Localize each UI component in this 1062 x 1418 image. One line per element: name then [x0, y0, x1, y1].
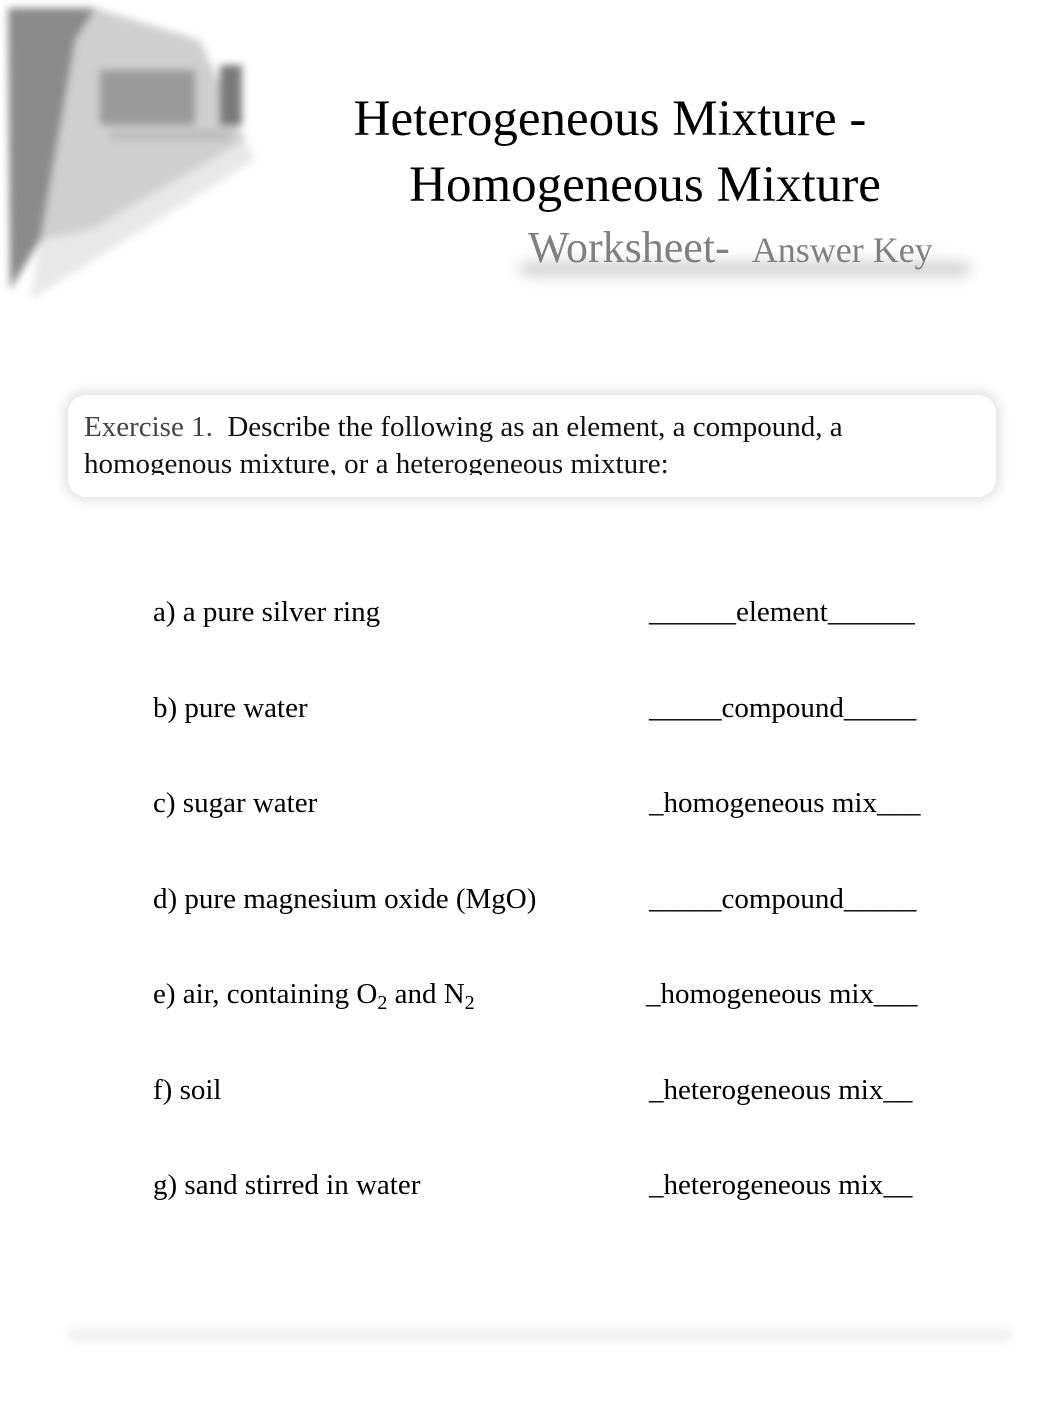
- question-row-d: d) pure magnesium oxide (MgO) _____compo…: [153, 883, 973, 923]
- question-text: b) pure water: [153, 692, 308, 724]
- question-text: f) soil: [153, 1074, 222, 1106]
- question-text: d) pure magnesium oxide (MgO): [153, 883, 537, 915]
- answer-text: _heterogeneous mix__: [649, 1074, 913, 1106]
- exercise-label: Exercise 1.: [84, 411, 213, 443]
- title-line-2: Homogeneous Mixture: [409, 157, 881, 213]
- answer-text: _____compound_____: [649, 692, 917, 724]
- exercise-instruction: Exercise 1. Describe the following as an…: [84, 409, 964, 475]
- question-row-e: e) air, containing O2 and N2 _homogeneou…: [153, 978, 973, 1018]
- subtitle-worksheet: Worksheet-: [528, 223, 730, 272]
- question-row-a: a) a pure silver ring ______element_____…: [153, 596, 973, 636]
- title-line-1: Heterogeneous Mixture -: [353, 91, 867, 147]
- subtitle-answer-key: Answer Key: [751, 230, 933, 270]
- footer-divider: [68, 1328, 1012, 1342]
- question-text: a) a pure silver ring: [153, 596, 381, 628]
- answer-text: ______element______: [649, 596, 915, 628]
- worksheet-subtitle: Worksheet- Answer Key: [528, 222, 933, 273]
- answer-text: _____compound_____: [649, 883, 917, 915]
- answer-text: _homogeneous mix___: [646, 978, 918, 1010]
- question-row-c: c) sugar water _homogeneous mix___: [153, 787, 973, 827]
- question-row-f: f) soil _heterogeneous mix__: [153, 1074, 973, 1114]
- answer-text: _homogeneous mix___: [649, 787, 921, 819]
- question-text: g) sand stirred in water: [153, 1169, 421, 1201]
- worksheet-title: Heterogeneous Mixture - Homogeneous Mixt…: [300, 86, 980, 218]
- question-text: c) sugar water: [153, 787, 318, 819]
- answer-text: _heterogeneous mix__: [649, 1169, 913, 1201]
- question-text: e) air, containing O2 and N2: [153, 978, 475, 1014]
- question-row-b: b) pure water _____compound_____: [153, 692, 973, 732]
- publisher-logo-icon: [8, 8, 255, 300]
- question-row-g: g) sand stirred in water _heterogeneous …: [153, 1169, 973, 1209]
